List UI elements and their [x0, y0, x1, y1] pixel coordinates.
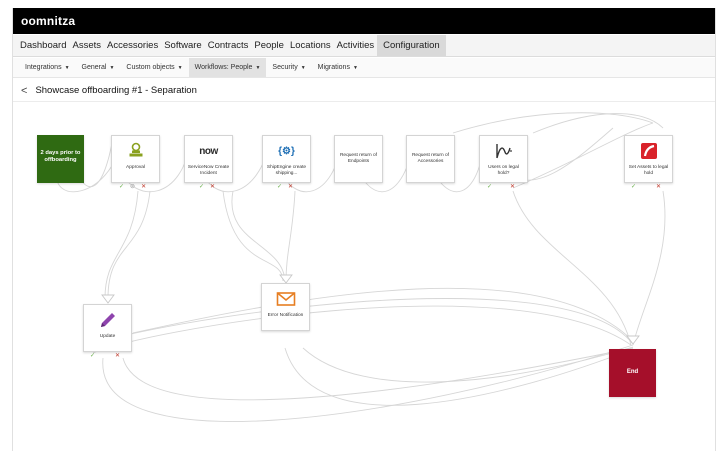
brand-bar: oomnitza: [13, 8, 715, 34]
nav-item-assets[interactable]: Assets: [69, 35, 104, 56]
success-port-icon[interactable]: ✓: [119, 184, 124, 190]
legal-hold-check-node[interactable]: Users on legal hold?: [479, 135, 528, 183]
start-node-label: 2 days prior to offboarding: [40, 150, 81, 163]
nav-item-software[interactable]: Software: [161, 35, 205, 56]
main-nav: Dashboard Assets Accessories Software Co…: [13, 35, 715, 57]
subnav-integrations[interactable]: Integrations ▼: [19, 58, 76, 77]
nav-item-contracts[interactable]: Contracts: [205, 35, 252, 56]
failure-port-icon[interactable]: ✕: [656, 184, 661, 190]
end-node-label: End: [626, 369, 639, 375]
servicenow-logo: now: [185, 141, 232, 161]
failure-port-icon[interactable]: ✕: [288, 184, 293, 190]
servicenow-node[interactable]: now ServiceNow Create Incident: [184, 135, 233, 183]
node-label: Update: [99, 334, 116, 339]
servicenow-ports: ✓ ✕: [199, 184, 215, 190]
node-label: ServiceNow Create Incident: [187, 165, 230, 176]
servicenow-logo-text: now: [199, 145, 218, 157]
node-label: Set Assets to legal hold: [628, 165, 669, 176]
pencil-icon: [84, 310, 131, 330]
approval-ports: ✓ ⊘ ✕: [119, 184, 146, 190]
failure-port-icon[interactable]: ✕: [210, 184, 215, 190]
node-label: Error Notification: [267, 313, 304, 318]
workflow-end-node[interactable]: End: [609, 349, 656, 397]
node-label: Request return of Endpoints: [339, 153, 378, 164]
nav-item-dashboard[interactable]: Dashboard: [17, 35, 69, 56]
nav-item-people[interactable]: People: [251, 35, 287, 56]
page-title: Showcase offboarding #1 - Separation: [35, 85, 197, 96]
workflow-canvas[interactable]: 2 days prior to offboarding Approval ✓ ⊘…: [13, 103, 715, 451]
success-port-icon[interactable]: ✓: [90, 353, 95, 359]
approval-node[interactable]: Approval: [111, 135, 160, 183]
subnav-label: Integrations: [25, 64, 62, 71]
caret-down-icon: ▼: [109, 64, 115, 71]
caret-down-icon: ▼: [352, 64, 358, 71]
success-port-icon[interactable]: ✓: [631, 184, 636, 190]
subnav-security[interactable]: Security ▼: [266, 58, 311, 77]
update-node[interactable]: Update: [83, 304, 132, 352]
brand-logo[interactable]: oomnitza: [21, 14, 75, 28]
subnav-label: Security: [272, 64, 298, 71]
node-label: Users on legal hold?: [488, 165, 519, 176]
nav-item-configuration[interactable]: Configuration: [377, 35, 446, 56]
node-label: Approval: [126, 165, 145, 170]
neutral-port-icon[interactable]: ⊘: [130, 184, 135, 190]
update-ports: ✓ ✕: [90, 353, 120, 359]
shipengine-ports: ✓ ✕: [277, 184, 293, 190]
subnav-label: Workflows: People: [194, 64, 253, 71]
node-label: ShipEngine create shipping...: [266, 165, 307, 176]
subnav-general[interactable]: General ▼: [76, 58, 121, 77]
success-port-icon[interactable]: ✓: [487, 184, 492, 190]
page-header: < Showcase offboarding #1 - Separation: [13, 80, 715, 102]
branch-icon: [480, 141, 527, 161]
subnav-migrations[interactable]: Migrations ▼: [312, 58, 364, 77]
error-notification-node[interactable]: Error Notification: [261, 283, 310, 331]
assets-logo: [625, 141, 672, 161]
caret-down-icon: ▼: [255, 64, 261, 71]
subnav-label: General: [81, 64, 107, 71]
set-legal-hold-ports: ✓ ✕: [631, 184, 661, 190]
nav-item-locations[interactable]: Locations: [287, 35, 334, 56]
set-legal-hold-node[interactable]: Set Assets to legal hold: [624, 135, 673, 183]
shipengine-logo: {⚙}: [263, 141, 310, 161]
nav-item-accessories[interactable]: Accessories: [104, 35, 161, 56]
failure-port-icon[interactable]: ✕: [115, 353, 120, 359]
sub-nav: Integrations ▼ General ▼ Custom objects ▼ W…: [13, 58, 715, 78]
app-window: oomnitza Dashboard Assets Accessories So…: [12, 8, 716, 451]
shipengine-logo-text: {⚙}: [278, 145, 295, 157]
subnav-label: Migrations: [317, 64, 350, 71]
legal-hold-check-ports: ✓ ✕: [487, 184, 515, 190]
success-port-icon[interactable]: ✓: [277, 184, 282, 190]
subnav-workflows-people[interactable]: Workflows: People ▼: [188, 58, 267, 77]
failure-port-icon[interactable]: ✕: [510, 184, 515, 190]
stamp-icon: [112, 141, 159, 161]
success-port-icon[interactable]: ✓: [199, 184, 204, 190]
caret-down-icon: ▼: [64, 64, 70, 71]
subnav-custom-objects[interactable]: Custom objects ▼: [120, 58, 188, 77]
request-endpoints-node[interactable]: Request return of Endpoints: [334, 135, 383, 183]
back-arrow-icon[interactable]: <: [21, 85, 27, 97]
node-label: Request return of Accessories: [411, 153, 450, 164]
request-accessories-node[interactable]: Request return of Accessories: [406, 135, 455, 183]
caret-down-icon: ▼: [300, 64, 306, 71]
caret-down-icon: ▼: [177, 64, 183, 71]
failure-port-icon[interactable]: ✕: [141, 184, 146, 190]
workflow-start-node[interactable]: 2 days prior to offboarding: [37, 135, 84, 183]
shipengine-node[interactable]: {⚙} ShipEngine create shipping...: [262, 135, 311, 183]
nav-item-activities[interactable]: Activities: [334, 35, 377, 56]
subnav-label: Custom objects: [126, 64, 175, 71]
envelope-icon: [262, 289, 309, 309]
